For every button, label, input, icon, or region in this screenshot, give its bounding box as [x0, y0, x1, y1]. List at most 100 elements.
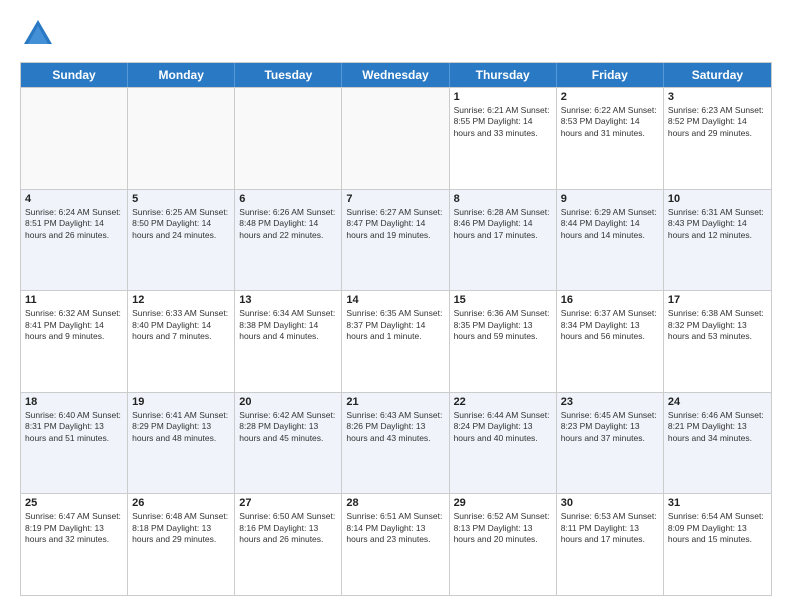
calendar-header: SundayMondayTuesdayWednesdayThursdayFrid…	[21, 63, 771, 87]
day-cell-19: 19Sunrise: 6:41 AM Sunset: 8:29 PM Dayli…	[128, 393, 235, 494]
day-number: 18	[25, 396, 123, 408]
day-cell-27: 27 Sunrise: 6:50 AM Sunset: 8:16 PM Dayli…	[235, 494, 342, 595]
day-info: Sunrise: 6:54 AM Sunset: 8:09 PM Dayligh…	[668, 511, 767, 545]
day-cell-15: 15 Sunrise: 6:36 AM Sunset: 8:35 PM Dayli…	[450, 291, 557, 392]
day-info: Sunrise: 6:51 AM Sunset: 8:14 PM Dayligh…	[346, 511, 444, 545]
day-cell-4: 4 Sunrise: 6:24 AM Sunset: 8:51 PM Daylig…	[21, 190, 128, 291]
day-cell-11: 11 Sunrise: 6:32 AM Sunset: 8:41 PM Dayli…	[21, 291, 128, 392]
day-number: 31	[668, 497, 767, 509]
page: SundayMondayTuesdayWednesdayThursdayFrid…	[0, 0, 792, 612]
day-cell-18: 18 Sunrise: 6:40 AM Sunset: 8:31 PM Dayli…	[21, 393, 128, 494]
day-cell-14: 14 Sunrise: 6:35 AM Sunset: 8:37 PM Dayli…	[342, 291, 449, 392]
day-cell-23: 23Sunrise: 6:45 AM Sunset: 8:23 PM Dayli…	[557, 393, 664, 494]
day-cell-12: 12Sunrise: 6:33 AM Sunset: 8:40 PM Dayli…	[128, 291, 235, 392]
day-cell-21: 21 Sunrise: 6:43 AM Sunset: 8:26 PM Dayli…	[342, 393, 449, 494]
day-number: 10	[668, 193, 767, 205]
day-number: 17	[668, 294, 767, 306]
day-number: 14	[346, 294, 444, 306]
day-cell-1: 1 Sunrise: 6:21 AM Sunset: 8:55 PM Daylig…	[450, 88, 557, 189]
day-info: Sunrise: 6:40 AM Sunset: 8:31 PM Dayligh…	[25, 410, 123, 444]
day-info: Sunrise: 6:26 AM Sunset: 8:48 PM Dayligh…	[239, 207, 337, 241]
day-info: Sunrise: 6:23 AM Sunset: 8:52 PM Dayligh…	[668, 105, 767, 139]
day-info: Sunrise: 6:27 AM Sunset: 8:47 PM Dayligh…	[346, 207, 444, 241]
day-number: 26	[132, 497, 230, 509]
weekday-header-tuesday: Tuesday	[235, 63, 342, 87]
weekday-header-saturday: Saturday	[664, 63, 771, 87]
day-number: 30	[561, 497, 659, 509]
day-info: Sunrise: 6:24 AM Sunset: 8:51 PM Dayligh…	[25, 207, 123, 241]
logo-icon	[20, 16, 56, 52]
day-info: Sunrise: 6:31 AM Sunset: 8:43 PM Dayligh…	[668, 207, 767, 241]
day-number: 16	[561, 294, 659, 306]
day-number: 7	[346, 193, 444, 205]
calendar: SundayMondayTuesdayWednesdayThursdayFrid…	[20, 62, 772, 596]
day-cell-6: 6 Sunrise: 6:26 AM Sunset: 8:48 PM Daylig…	[235, 190, 342, 291]
day-info: Sunrise: 6:36 AM Sunset: 8:35 PM Dayligh…	[454, 308, 552, 342]
day-cell-7: 7 Sunrise: 6:27 AM Sunset: 8:47 PM Daylig…	[342, 190, 449, 291]
day-info: Sunrise: 6:22 AM Sunset: 8:53 PM Dayligh…	[561, 105, 659, 139]
day-number: 5	[132, 193, 230, 205]
day-number: 9	[561, 193, 659, 205]
day-cell-20: 20 Sunrise: 6:42 AM Sunset: 8:28 PM Dayli…	[235, 393, 342, 494]
day-info: Sunrise: 6:48 AM Sunset: 8:18 PM Dayligh…	[132, 511, 230, 545]
day-info: Sunrise: 6:46 AM Sunset: 8:21 PM Dayligh…	[668, 410, 767, 444]
day-cell-5: 5 Sunrise: 6:25 AM Sunset: 8:50 PM Daylig…	[128, 190, 235, 291]
day-info: Sunrise: 6:42 AM Sunset: 8:28 PM Dayligh…	[239, 410, 337, 444]
day-cell-25: 25 Sunrise: 6:47 AM Sunset: 8:19 PM Dayli…	[21, 494, 128, 595]
day-number: 15	[454, 294, 552, 306]
empty-cell	[128, 88, 235, 189]
empty-cell	[235, 88, 342, 189]
empty-cell	[342, 88, 449, 189]
weekday-header-monday: Monday	[128, 63, 235, 87]
day-info: Sunrise: 6:35 AM Sunset: 8:37 PM Dayligh…	[346, 308, 444, 342]
day-number: 23	[561, 396, 659, 408]
day-cell-9: 9 Sunrise: 6:29 AM Sunset: 8:44 PM Daylig…	[557, 190, 664, 291]
day-number: 27	[239, 497, 337, 509]
day-info: Sunrise: 6:37 AM Sunset: 8:34 PM Dayligh…	[561, 308, 659, 342]
day-number: 22	[454, 396, 552, 408]
day-info: Sunrise: 6:28 AM Sunset: 8:46 PM Dayligh…	[454, 207, 552, 241]
day-number: 11	[25, 294, 123, 306]
day-cell-2: 2Sunrise: 6:22 AM Sunset: 8:53 PM Daylig…	[557, 88, 664, 189]
day-number: 21	[346, 396, 444, 408]
day-info: Sunrise: 6:50 AM Sunset: 8:16 PM Dayligh…	[239, 511, 337, 545]
calendar-row-1: 1 Sunrise: 6:21 AM Sunset: 8:55 PM Daylig…	[21, 87, 771, 189]
day-cell-8: 8Sunrise: 6:28 AM Sunset: 8:46 PM Daylig…	[450, 190, 557, 291]
day-number: 20	[239, 396, 337, 408]
empty-cell	[21, 88, 128, 189]
day-info: Sunrise: 6:33 AM Sunset: 8:40 PM Dayligh…	[132, 308, 230, 342]
weekday-header-wednesday: Wednesday	[342, 63, 449, 87]
day-info: Sunrise: 6:44 AM Sunset: 8:24 PM Dayligh…	[454, 410, 552, 444]
day-cell-16: 16 Sunrise: 6:37 AM Sunset: 8:34 PM Dayli…	[557, 291, 664, 392]
calendar-row-3: 11 Sunrise: 6:32 AM Sunset: 8:41 PM Dayli…	[21, 290, 771, 392]
day-info: Sunrise: 6:43 AM Sunset: 8:26 PM Dayligh…	[346, 410, 444, 444]
day-info: Sunrise: 6:25 AM Sunset: 8:50 PM Dayligh…	[132, 207, 230, 241]
day-number: 25	[25, 497, 123, 509]
calendar-row-5: 25 Sunrise: 6:47 AM Sunset: 8:19 PM Dayli…	[21, 493, 771, 595]
weekday-header-sunday: Sunday	[21, 63, 128, 87]
day-info: Sunrise: 6:38 AM Sunset: 8:32 PM Dayligh…	[668, 308, 767, 342]
day-cell-24: 24 Sunrise: 6:46 AM Sunset: 8:21 PM Dayli…	[664, 393, 771, 494]
day-info: Sunrise: 6:21 AM Sunset: 8:55 PM Dayligh…	[454, 105, 552, 139]
day-cell-22: 22 Sunrise: 6:44 AM Sunset: 8:24 PM Dayli…	[450, 393, 557, 494]
header	[20, 16, 772, 52]
day-number: 6	[239, 193, 337, 205]
day-number: 4	[25, 193, 123, 205]
day-number: 1	[454, 91, 552, 103]
day-info: Sunrise: 6:29 AM Sunset: 8:44 PM Dayligh…	[561, 207, 659, 241]
day-number: 19	[132, 396, 230, 408]
day-cell-10: 10 Sunrise: 6:31 AM Sunset: 8:43 PM Dayli…	[664, 190, 771, 291]
day-number: 13	[239, 294, 337, 306]
day-cell-26: 26 Sunrise: 6:48 AM Sunset: 8:18 PM Dayli…	[128, 494, 235, 595]
day-cell-28: 28 Sunrise: 6:51 AM Sunset: 8:14 PM Dayli…	[342, 494, 449, 595]
day-info: Sunrise: 6:53 AM Sunset: 8:11 PM Dayligh…	[561, 511, 659, 545]
day-number: 24	[668, 396, 767, 408]
day-info: Sunrise: 6:34 AM Sunset: 8:38 PM Dayligh…	[239, 308, 337, 342]
day-number: 3	[668, 91, 767, 103]
day-number: 28	[346, 497, 444, 509]
day-info: Sunrise: 6:52 AM Sunset: 8:13 PM Dayligh…	[454, 511, 552, 545]
day-info: Sunrise: 6:32 AM Sunset: 8:41 PM Dayligh…	[25, 308, 123, 342]
day-number: 29	[454, 497, 552, 509]
day-cell-3: 3 Sunrise: 6:23 AM Sunset: 8:52 PM Daylig…	[664, 88, 771, 189]
day-info: Sunrise: 6:47 AM Sunset: 8:19 PM Dayligh…	[25, 511, 123, 545]
